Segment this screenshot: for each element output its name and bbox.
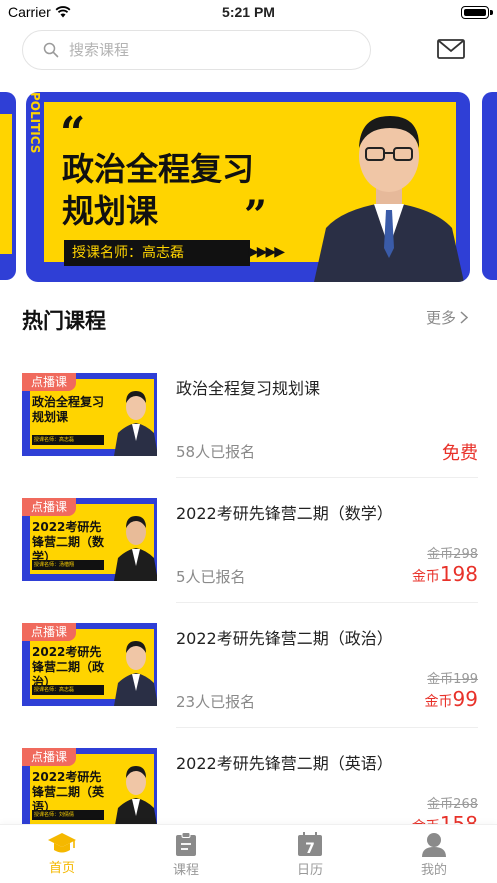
section-title: 热门课程: [22, 309, 106, 333]
thumb-title: 2022考研先锋营二期（数学）: [32, 520, 105, 564]
tab-profile[interactable]: 我的: [394, 831, 474, 878]
quote-close: ”: [244, 192, 268, 239]
course-thumbnail: 点播课 2022考研先锋营二期（英语） 授课名师：刘倩倩: [22, 748, 157, 831]
thumb-teacher: 授课名师：高志磊: [32, 685, 104, 695]
course-thumbnail: 点播课 2022考研先锋营二期（数学） 授课名师：汤楷翔: [22, 498, 157, 581]
banner-teacher: 授课名师：高志磊: [64, 240, 250, 266]
price-value: 198: [439, 562, 478, 586]
tab-label: 日历: [296, 863, 323, 878]
clipboard-icon: [176, 832, 196, 856]
tab-courses[interactable]: 课程: [146, 831, 226, 878]
teacher-photo: [114, 641, 157, 706]
price-value: 99: [452, 687, 478, 711]
course-tag: 点播课: [22, 373, 76, 391]
banner-title-line1: 政治全程复习: [62, 150, 255, 188]
thumb-teacher: 授课名师：汤楷翔: [32, 560, 104, 570]
clock: 5:21 PM: [222, 4, 275, 20]
teacher-photo: [114, 516, 157, 581]
banner-next-peek[interactable]: [482, 92, 497, 280]
price: 金币198: [412, 562, 478, 586]
more-label: 更多: [426, 309, 457, 327]
price: 金币99: [425, 687, 478, 711]
status-bar: Carrier 5:21 PM: [0, 0, 497, 26]
thumb-teacher: 授课名师：高志磊: [32, 435, 104, 445]
course-name: 政治全程复习规划课: [176, 379, 321, 398]
user-icon: [422, 833, 446, 857]
currency-label: 金币: [411, 569, 440, 585]
thumb-title: 2022考研先锋营二期（英语）: [32, 770, 105, 814]
course-thumbnail: 点播课 2022考研先锋营二期（政治） 授课名师：高志磊: [22, 623, 157, 706]
divider: [176, 602, 478, 603]
course-thumbnail: 点播课 政治全程复习规划课 授课名师：高志磊: [22, 373, 157, 456]
enrolled-count: 5人已报名: [176, 568, 246, 586]
currency-label: 金币: [424, 694, 453, 710]
course-tag: 点播课: [22, 498, 76, 516]
thumb-title: 2022考研先锋营二期（政治）: [32, 645, 105, 689]
calendar-day: 7: [305, 841, 315, 857]
banner-decoration: POLITICS: [28, 92, 42, 154]
course-item[interactable]: 点播课 政治全程复习规划课 授课名师：高志磊 政治全程复习规划课 58人已报名 …: [0, 373, 497, 499]
tab-bar: 首页 课程 7 日历 我的: [0, 824, 497, 883]
tab-label: 首页: [48, 861, 75, 876]
teacher-photo: [114, 391, 157, 456]
course-tag: 点播课: [22, 623, 76, 641]
course-name: 2022考研先锋营二期（数学）: [176, 504, 393, 523]
teacher-photo: [314, 116, 464, 282]
enrolled-count: 23人已报名: [176, 693, 256, 711]
banner-title: 政治全程复习 规划课: [62, 148, 312, 232]
original-price: 金币268: [427, 797, 478, 812]
course-tag: 点播课: [22, 748, 76, 766]
original-price: 金币298: [427, 547, 478, 562]
course-item[interactable]: 点播课 2022考研先锋营二期（数学） 授课名师：汤楷翔 2022考研先锋营二期…: [0, 498, 497, 624]
course-item[interactable]: 点播课 2022考研先锋营二期（政治） 授课名师：高志磊 2022考研先锋营二期…: [0, 623, 497, 749]
graduation-cap-icon: [48, 833, 76, 853]
chevron-right-icon: [460, 311, 469, 324]
battery-icon: [461, 6, 493, 19]
banner-arrows: ▶▶▶▶: [248, 244, 285, 260]
banner-prev-peek[interactable]: [0, 92, 16, 280]
search-bar[interactable]: [22, 30, 371, 70]
teacher-photo: [114, 766, 157, 831]
divider: [176, 477, 478, 478]
course-name: 2022考研先锋营二期（政治）: [176, 629, 393, 648]
tab-calendar[interactable]: 7 日历: [270, 831, 350, 878]
tab-label: 课程: [172, 863, 199, 878]
free-label: 免费: [442, 443, 478, 464]
more-link[interactable]: 更多: [426, 307, 469, 328]
promo-banner[interactable]: POLITICS “ 政治全程复习 规划课 ” 授课名师：高志磊 ▶▶▶▶: [26, 92, 470, 282]
course-name: 2022考研先锋营二期（英语）: [176, 754, 393, 773]
calendar-icon: 7: [298, 832, 322, 857]
thumb-title: 政治全程复习规划课: [32, 395, 105, 424]
tab-home[interactable]: 首页: [22, 831, 102, 876]
message-button[interactable]: [436, 36, 466, 62]
tab-label: 我的: [420, 863, 447, 878]
mail-icon: [437, 39, 465, 59]
banner-title-line2: 规划课: [62, 192, 159, 230]
search-input[interactable]: [69, 41, 329, 59]
enrolled-count: 58人已报名: [176, 443, 256, 461]
divider: [176, 727, 478, 728]
original-price: 金币199: [427, 672, 478, 687]
search-icon: [43, 42, 59, 58]
thumb-teacher: 授课名师：刘倩倩: [32, 810, 104, 820]
